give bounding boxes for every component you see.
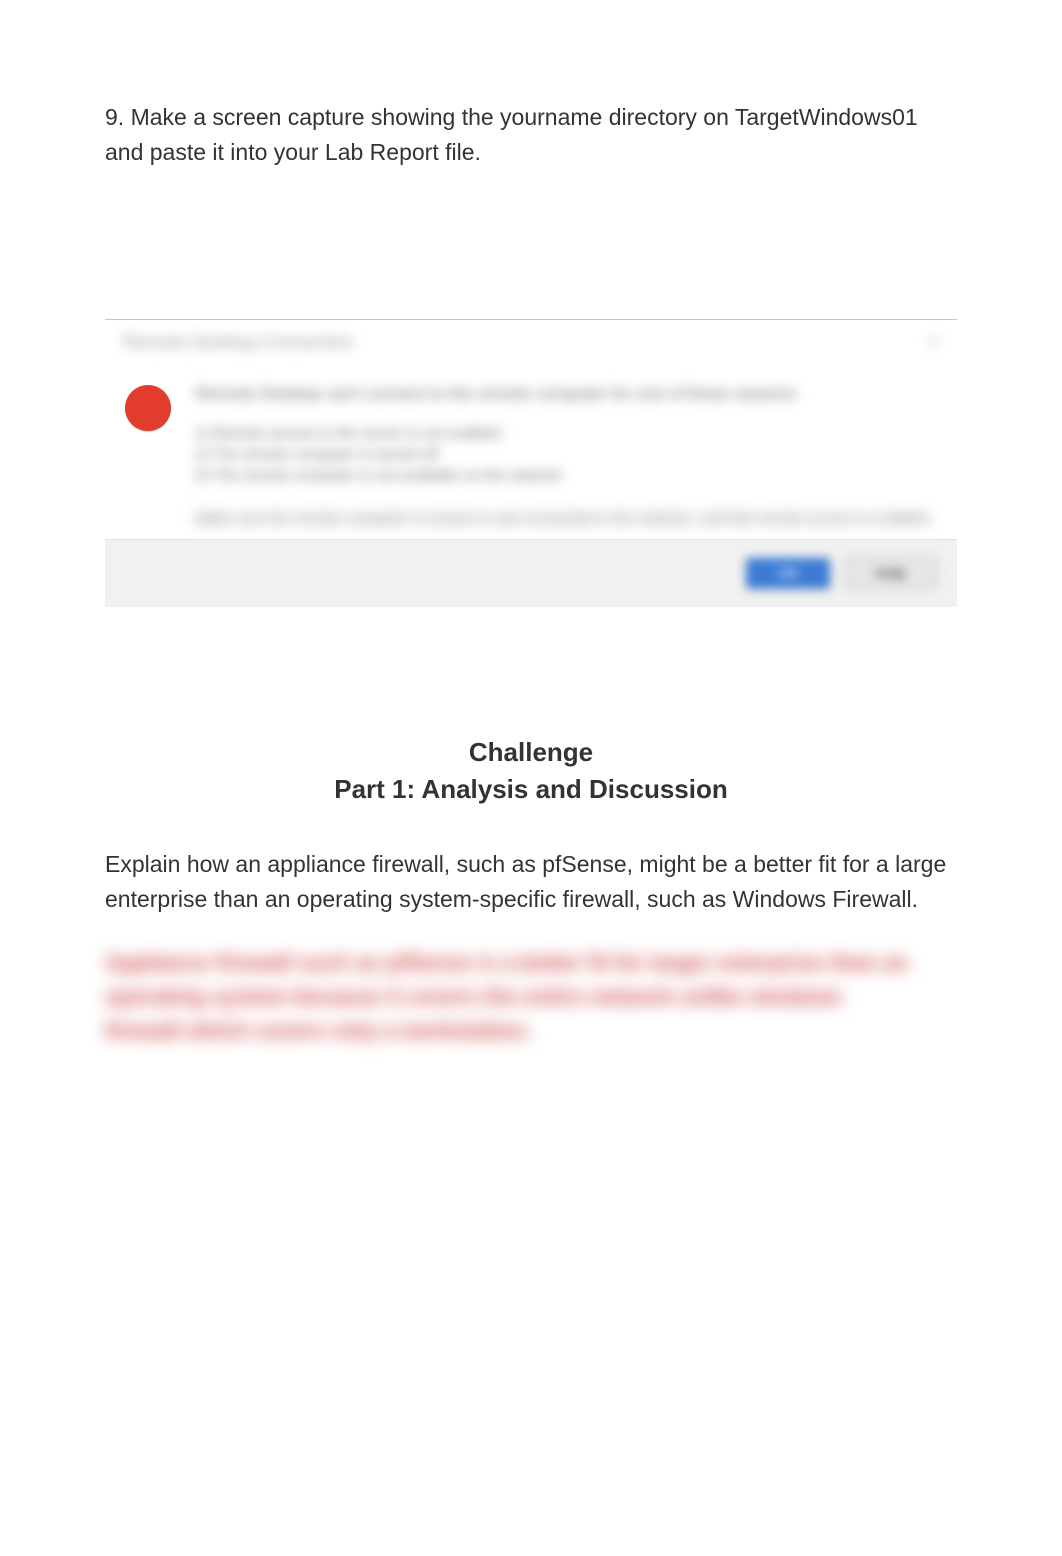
- section-subtitle: Part 1: Analysis and Discussion: [105, 774, 957, 805]
- error-reason-1: 1) Remote access to the server is not en…: [195, 423, 937, 444]
- error-reason-3: 3) The remote computer is not available …: [195, 465, 937, 486]
- rdp-error-dialog: Remote Desktop Connection × Remote Deskt…: [105, 319, 957, 607]
- ok-button[interactable]: OK: [746, 558, 830, 589]
- dialog-body: Remote Desktop can't connect to the remo…: [105, 365, 957, 539]
- answer-text-blurred: Appliance firewall such as pfSense is a …: [105, 946, 914, 1048]
- instruction-text: 9. Make a screen capture showing the you…: [105, 100, 957, 169]
- error-heading: Remote Desktop can't connect to the remo…: [195, 383, 937, 405]
- error-details: 1) Remote access to the server is not en…: [195, 423, 937, 486]
- section-headings: Challenge Part 1: Analysis and Discussio…: [105, 737, 957, 805]
- question-text: Explain how an appliance firewall, such …: [105, 847, 957, 916]
- close-icon[interactable]: ×: [928, 332, 939, 353]
- error-icon: [125, 385, 171, 431]
- section-title: Challenge: [105, 737, 957, 768]
- dialog-footer: OK Help: [105, 539, 957, 607]
- dialog-content: Remote Desktop can't connect to the remo…: [195, 383, 937, 529]
- dialog-titlebar: Remote Desktop Connection ×: [105, 320, 957, 365]
- help-button[interactable]: Help: [844, 558, 937, 589]
- error-reason-2: 2) The remote computer is turned off: [195, 444, 937, 465]
- dialog-title: Remote Desktop Connection: [123, 332, 353, 353]
- error-instruction: Make sure the remote computer is turned …: [195, 508, 937, 529]
